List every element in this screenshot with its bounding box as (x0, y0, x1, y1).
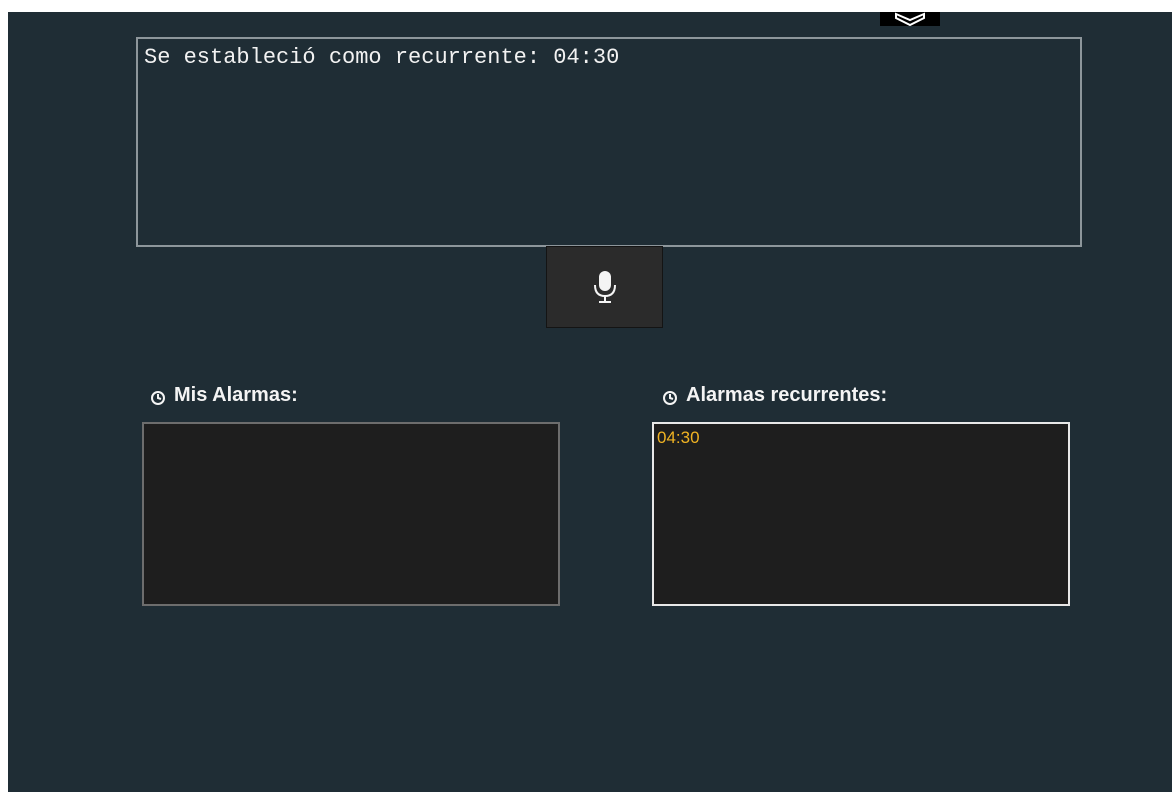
my-alarms-list[interactable] (142, 422, 560, 606)
status-output-textbox[interactable]: Se estableció como recurrente: 04:30 (136, 37, 1082, 247)
recurring-alarms-list[interactable]: 04:30 (652, 422, 1070, 606)
my-alarms-heading: Mis Alarmas: (150, 384, 298, 407)
my-alarms-label: Mis Alarmas: (174, 384, 298, 406)
clock-icon (663, 390, 677, 405)
microphone-button[interactable] (546, 246, 663, 328)
app-window: Se estableció como recurrente: 04:30 Mis… (8, 12, 1172, 792)
recurring-alarms-label: Alarmas recurrentes: (686, 384, 888, 406)
recurring-alarms-heading: Alarmas recurrentes: (662, 384, 887, 407)
microphone-icon (593, 271, 616, 303)
shield-icon (895, 12, 925, 26)
top-partial-widget (880, 12, 940, 26)
clock-icon (151, 390, 165, 405)
list-item[interactable]: 04:30 (657, 428, 1065, 448)
